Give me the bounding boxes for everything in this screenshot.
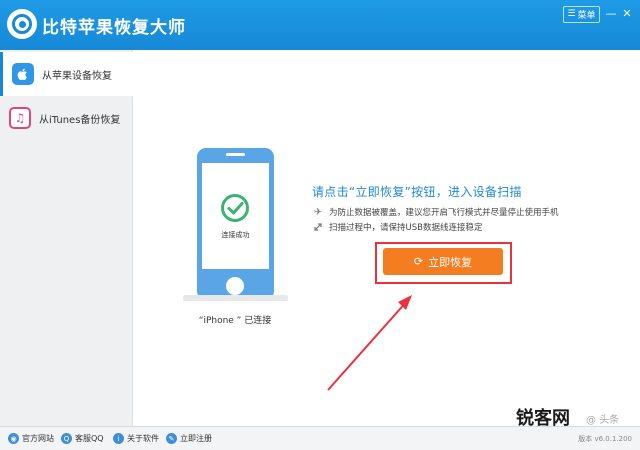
- app-title: 比特苹果恢复大师: [42, 18, 186, 38]
- hamburger-icon: ☰: [567, 9, 576, 19]
- tip-usb: 扫描过程中，请保持USB数据线连接稳定: [312, 221, 482, 233]
- annotation-arrow: [327, 295, 412, 391]
- register-icon: ✎: [166, 433, 177, 444]
- status-label: 关于软件: [127, 434, 159, 443]
- sidebar-item-label: 从苹果设备恢复: [42, 70, 112, 82]
- connection-status: 连接成功: [221, 231, 250, 239]
- globe-icon: ◉: [8, 433, 19, 444]
- airplane-icon: ✈: [313, 206, 323, 218]
- tip-text: 扫描过程中，请保持USB数据线连接稳定: [329, 223, 483, 233]
- status-link-about[interactable]: i 关于软件: [113, 433, 159, 444]
- app-logo-icon: [7, 9, 37, 39]
- apple-icon: [12, 63, 34, 85]
- status-label: 客服QQ: [75, 434, 104, 443]
- menu-label: 菜单: [577, 11, 596, 21]
- status-label: 官方网站: [22, 434, 54, 443]
- phone-home-button: [226, 277, 244, 295]
- phone-stand: [183, 295, 288, 301]
- usb-icon: [312, 221, 324, 233]
- tip-airplane: ✈ 为防止数据被覆盖，建议您开启飞行模式并尽量停止使用手机: [312, 206, 559, 219]
- watermark: 锐客网: [516, 408, 570, 429]
- phone-illustration: 连接成功: [197, 148, 274, 300]
- recover-now-button[interactable]: ⟳ 立即恢复: [383, 248, 503, 275]
- device-caption: “iPhone ” 已连接: [198, 316, 272, 326]
- phone-screen: 连接成功: [202, 163, 269, 269]
- status-link-website[interactable]: ◉ 官方网站: [8, 433, 54, 444]
- refresh-icon: ⟳: [413, 255, 424, 268]
- menu-button[interactable]: ☰ 菜单: [563, 6, 600, 23]
- tip-text: 为防止数据被覆盖，建议您开启飞行模式并尽量停止使用手机: [329, 208, 559, 218]
- status-link-qq[interactable]: Q 客服QQ: [61, 433, 104, 444]
- music-note-icon: ♫: [9, 107, 31, 129]
- qq-icon: Q: [61, 433, 72, 444]
- version-label: 版本 v6.0.1.200: [578, 435, 632, 443]
- minimize-button[interactable]: —: [604, 6, 618, 20]
- recover-button-label: 立即恢复: [428, 255, 473, 269]
- status-label: 立即注册: [180, 434, 212, 443]
- phone-speaker: [226, 153, 245, 156]
- close-button[interactable]: ✕: [620, 6, 634, 20]
- sidebar-item-itunes-recovery[interactable]: ♫ 从iTunes备份恢复: [0, 96, 133, 140]
- check-circle-icon: [221, 194, 249, 222]
- status-link-register[interactable]: ✎ 立即注册: [166, 433, 212, 444]
- sidebar-item-label: 从iTunes备份恢复: [39, 114, 121, 126]
- sidebar-item-device-recovery[interactable]: 从苹果设备恢复: [0, 52, 134, 96]
- title-bar: 比特苹果恢复大师 ☰ 菜单 — ✕: [0, 0, 640, 50]
- watermark-sub: @ 头条: [586, 415, 620, 426]
- sidebar: 从苹果设备恢复 ♫ 从iTunes备份恢复: [0, 50, 134, 426]
- info-icon: i: [113, 433, 124, 444]
- scan-prompt: 请点击“立即恢复”按钮，进入设备扫描: [312, 185, 522, 199]
